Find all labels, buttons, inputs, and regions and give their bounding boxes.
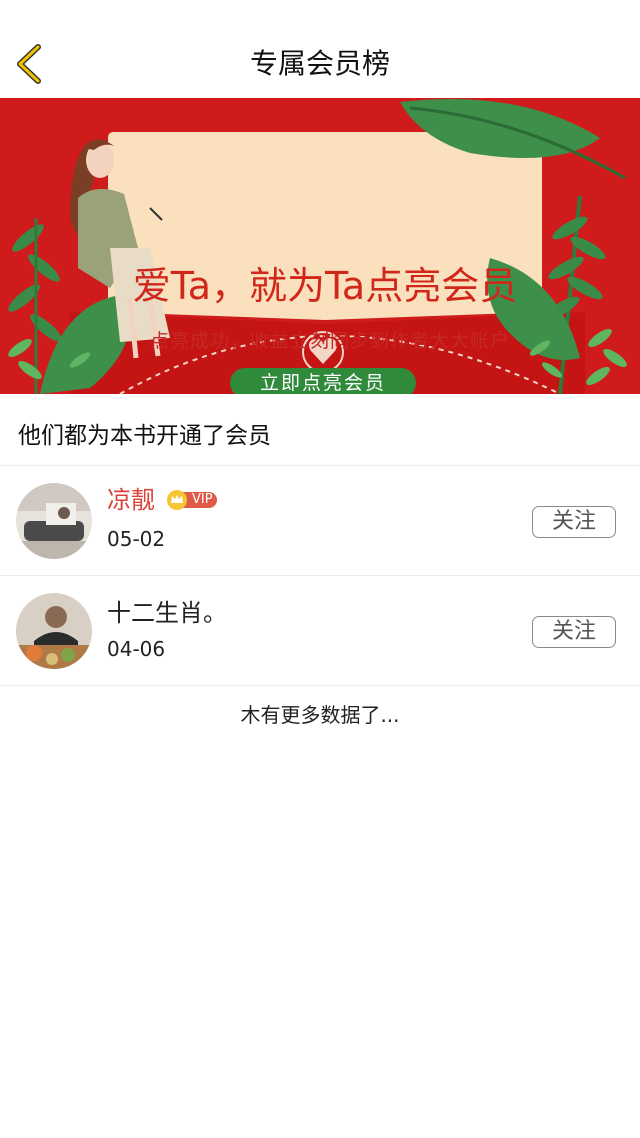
light-up-membership-button[interactable]: 立即点亮会员: [230, 368, 416, 394]
promo-banner[interactable]: 爱Ta，就为Ta点亮会员 点亮成功，收益立刻同步到作者大大账户 立即点亮会员: [0, 98, 640, 394]
banner-headline: 爱Ta，就为Ta点亮会员: [132, 264, 518, 308]
follow-button[interactable]: 关注: [532, 506, 616, 538]
follow-button[interactable]: 关注: [532, 616, 616, 648]
divider: [0, 685, 640, 686]
member-date: 04-06: [107, 637, 166, 661]
banner-subtitle: 点亮成功，收益立刻同步到作者大大账户: [150, 330, 511, 352]
list-item[interactable]: 凉靓 VIP 05-02 关注: [0, 467, 640, 575]
avatar[interactable]: [16, 593, 92, 669]
section-title: 他们都为本书开通了会员: [18, 423, 271, 449]
avatar[interactable]: [16, 483, 92, 559]
divider: [0, 465, 640, 466]
list-item[interactable]: 十二生肖。 04-06 关注: [0, 577, 640, 685]
member-date: 05-02: [107, 527, 166, 551]
member-name[interactable]: 凉靓: [107, 484, 155, 516]
page-title: 专属会员榜: [249, 47, 390, 80]
avatar-photo: [16, 593, 92, 669]
divider: [0, 575, 640, 576]
no-more-data-text: 木有更多数据了...: [240, 703, 400, 727]
navigation-bar: 专属会员榜: [0, 0, 640, 98]
member-name[interactable]: 十二生肖。: [107, 597, 227, 629]
vip-label: VIP: [192, 492, 213, 507]
avatar-photo: [16, 483, 92, 559]
vip-badge: VIP: [166, 489, 218, 511]
